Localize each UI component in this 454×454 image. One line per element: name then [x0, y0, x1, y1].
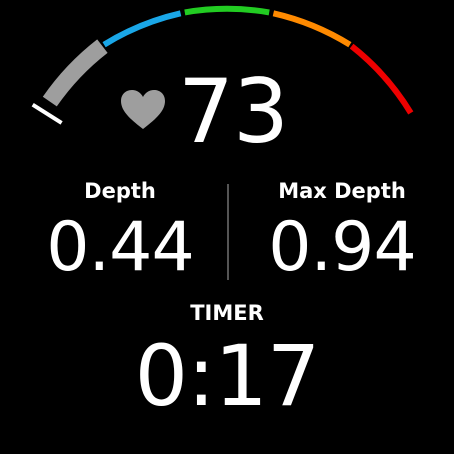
depth-label: Depth: [84, 179, 156, 203]
depth-value: 0.44: [46, 208, 194, 287]
hr-zone-1-segment: [42, 39, 108, 107]
hr-zone-5-segment: [349, 43, 414, 115]
heart-rate-value: 73: [178, 60, 289, 163]
metrics-divider: [227, 184, 229, 280]
timer-value: 0:17: [134, 327, 321, 425]
hr-position-marker: [31, 103, 63, 125]
hr-zone-3-segment: [184, 5, 270, 16]
hr-zone-4-segment: [272, 10, 352, 48]
max-depth-label: Max Depth: [278, 179, 406, 203]
dive-data-screen: 73 Depth 0.44 Max Depth 0.94 TIMER 0:17: [0, 0, 454, 454]
hr-zone-2-segment: [102, 10, 182, 48]
max-depth-value: 0.94: [268, 208, 416, 287]
timer-label: TIMER: [190, 301, 264, 325]
heart-icon: [121, 90, 165, 129]
